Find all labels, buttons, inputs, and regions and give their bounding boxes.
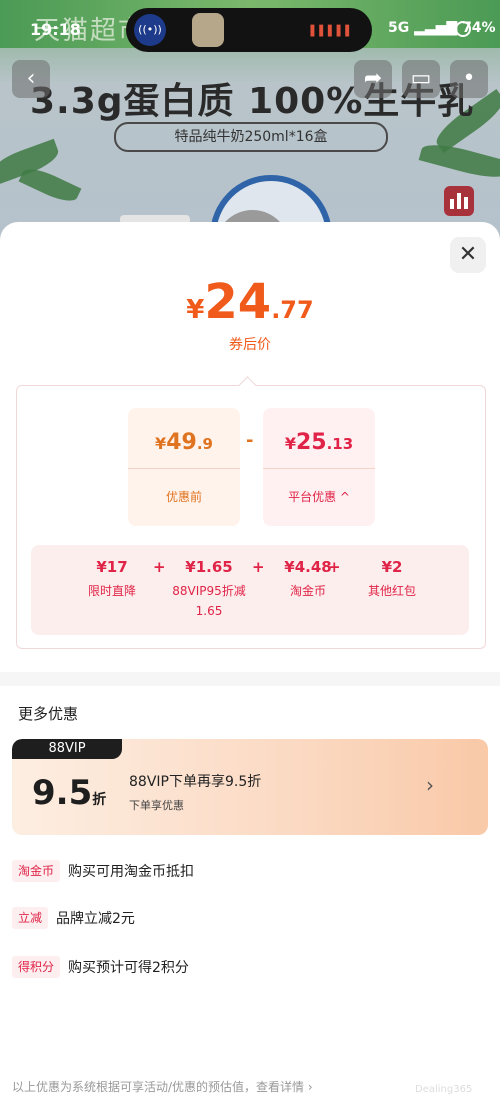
signal-bars-icon: ▂▃▅▇ (414, 20, 458, 36)
estimate-footnote-link[interactable]: 以上优惠为系统根据可享活动/优惠的预估值，查看详情 › (12, 1078, 313, 1095)
nfc-icon: ((•)) (134, 14, 166, 46)
status-bar: 19:18 ((•)) ▌▌▌▌▌ 5G ▂▃▅▇ 74% (0, 0, 500, 58)
price-before-integer: 49 (166, 430, 197, 455)
discount-breakdown: ¥17 限时直降 + ¥1.65 88VIP95折减1.65 + ¥4.48 淘… (31, 545, 469, 635)
platform-discount-currency: ¥ (284, 434, 296, 453)
media-thumbnail (192, 13, 224, 47)
dynamic-island: ((•)) ▌▌▌▌▌ (126, 8, 372, 52)
breakdown-item: ¥2 其他红包 (347, 558, 437, 601)
platform-discount-value: ¥25.13 (263, 430, 375, 455)
price-before-value: ¥49.9 (128, 430, 240, 455)
more-button[interactable]: • (450, 60, 488, 98)
leaf-decoration (18, 163, 82, 207)
chevron-right-icon[interactable]: › (426, 773, 434, 797)
promo-text: 品牌立减2元 (56, 911, 135, 927)
breakdown-value: ¥1.65 (185, 558, 233, 576)
vip-tag: 88VIP (12, 739, 122, 759)
promo-text: 购买可用淘金币抵扣 (68, 864, 195, 880)
promo-text: 购买预计可得2积分 (68, 960, 189, 976)
breakdown-label: 88VIP95折减1.65 (172, 584, 246, 618)
promo-row: 淘金币 购买可用淘金币抵扣 (12, 860, 194, 884)
divider (263, 468, 375, 469)
promo-tag: 淘金币 (12, 860, 61, 882)
platform-discount-integer: 25 (295, 430, 327, 455)
price-breakdown-panel: ¥49.9 优惠前 - ¥25.13 平台优惠 ^ ¥17 限时直降 + ¥1.… (16, 385, 486, 649)
discount-details-sheet: ✕ ¥24.77 券后价 ¥49.9 优惠前 - ¥25.13 平台优惠 ^ ¥… (0, 222, 500, 1111)
platform-discount-decimal: .13 (326, 435, 354, 453)
audio-bars-icon: ▌▌▌▌▌ (310, 26, 354, 37)
final-price-decimal: .77 (271, 296, 314, 324)
watermark: Dealing365 (415, 1084, 473, 1095)
breakdown-label: 其他红包 (367, 584, 416, 598)
promo-tag: 立减 (12, 907, 49, 929)
platform-discount-card[interactable]: ¥25.13 平台优惠 ^ (263, 408, 375, 526)
cart-button[interactable]: ▭ (402, 60, 440, 98)
breakdown-item: ¥17 限时直降 (67, 558, 157, 601)
chart-icon[interactable] (444, 186, 474, 216)
vip-discount-number: 9.5 (32, 773, 93, 813)
breakdown-label: 淘金币 (289, 584, 326, 598)
price-before-decimal: .9 (196, 435, 213, 453)
price-before-currency: ¥ (155, 434, 167, 453)
promo-tag: 得积分 (12, 956, 61, 978)
status-time: 19:18 (30, 20, 81, 39)
share-button[interactable]: ➦ (354, 60, 392, 98)
final-price-label: 券后价 (229, 337, 271, 353)
breakdown-label: 限时直降 (87, 584, 136, 598)
promo-row: 得积分 购买预计可得2积分 (12, 956, 189, 980)
product-spec-pill: 特品纯牛奶250ml*16盒 (114, 122, 388, 152)
section-divider (0, 672, 500, 686)
final-price-currency: ¥ (186, 295, 205, 325)
plus-sign: + (328, 558, 341, 576)
breakdown-item: ¥1.65 88VIP95折减1.65 (163, 558, 255, 621)
status-indicators: 5G ▂▃▅▇ 74% (388, 20, 496, 36)
divider (128, 468, 240, 469)
close-icon: ✕ (458, 242, 478, 267)
minus-sign: - (246, 430, 254, 451)
signal-label: 5G (388, 20, 410, 36)
vip-offer-text: 88VIP下单再享9.5折 (129, 774, 262, 790)
back-button[interactable]: ‹ (12, 60, 50, 98)
leaf-decoration (418, 138, 500, 184)
vip-discount: 9.5折 (32, 773, 106, 813)
final-price-integer: 24 (204, 274, 272, 330)
more-offers-title: 更多优惠 (18, 705, 79, 723)
price-before-label: 优惠前 (165, 490, 202, 504)
final-price: ¥24.77 (0, 274, 500, 330)
breakdown-value: ¥2 (381, 558, 403, 576)
price-before-card: ¥49.9 优惠前 (128, 408, 240, 526)
vip-offer-card[interactable]: 88VIP 9.5折 88VIP下单再享9.5折 下单享优惠 › (12, 739, 488, 835)
battery-icon (455, 21, 471, 37)
promo-row: 立减 品牌立减2元 (12, 907, 135, 931)
vip-offer-subtext: 下单享优惠 (129, 799, 184, 812)
breakdown-value: ¥17 (96, 558, 128, 576)
platform-discount-label[interactable]: 平台优惠 ^ (263, 488, 375, 505)
vip-discount-unit: 折 (92, 792, 107, 808)
close-button[interactable]: ✕ (450, 237, 486, 273)
